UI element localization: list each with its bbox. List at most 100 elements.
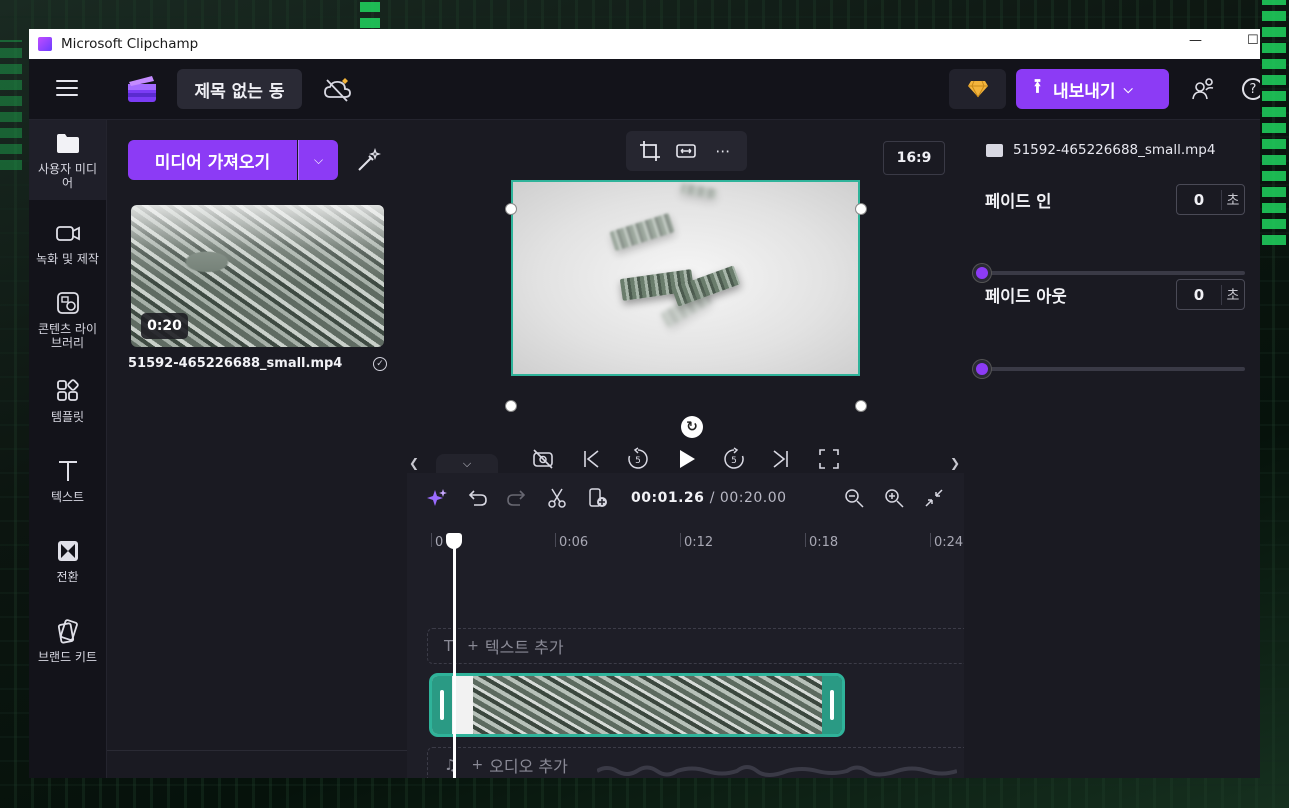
fade-in-slider-thumb[interactable] (973, 264, 991, 282)
diamond-icon (967, 80, 988, 98)
skip-to-start-icon[interactable] (579, 447, 603, 471)
nav-label: 콘텐츠 라이브러리 (37, 322, 97, 350)
clip-trim-handle-right[interactable] (822, 676, 842, 734)
nav-item-brand-kit[interactable]: 브랜드 키트 (29, 618, 106, 664)
nav-label: 브랜드 키트 (37, 650, 97, 664)
media-file-name: 51592-465226688_small.mp4 (128, 356, 343, 371)
duration-badge: 0:20 (141, 313, 188, 339)
redo-icon[interactable] (506, 487, 528, 509)
fade-out-slider-thumb[interactable] (973, 360, 991, 378)
help-icon[interactable]: ? (1242, 78, 1260, 100)
clip-trim-handle-left[interactable] (432, 676, 452, 734)
timeline-toggle[interactable]: ⌵ (436, 454, 498, 474)
undo-icon[interactable] (466, 487, 488, 509)
fit-icon[interactable] (675, 140, 697, 162)
more-options-icon[interactable]: ⋯ (712, 140, 734, 162)
magic-wand-icon[interactable] (355, 148, 381, 174)
nav-item-record-create[interactable]: 녹화 및 제작 (29, 220, 106, 266)
media-panel-footer (107, 750, 408, 778)
video-clip[interactable] (429, 673, 845, 737)
fade-in-value[interactable]: 0 (1177, 191, 1221, 209)
fade-out-label: 페이드 아웃 (985, 287, 1067, 306)
camera-off-icon[interactable] (531, 447, 555, 471)
folder-icon (56, 134, 79, 153)
time-ruler[interactable]: 0 0:06 0:12 0:18 0:24 (407, 525, 964, 555)
playhead-handle[interactable] (446, 533, 462, 549)
timeline: 00:01.26 / 00:20.00 0 0:06 0:12 0:18 0:2… (407, 473, 987, 778)
fade-in-slider[interactable] (973, 264, 1245, 282)
playhead[interactable] (453, 540, 456, 778)
import-options-dropdown[interactable]: ⌵ (298, 140, 338, 180)
timecode: 00:01.26 / 00:20.00 (631, 490, 787, 506)
fit-timeline-icon[interactable] (923, 487, 945, 509)
resize-handle-bottom-right[interactable] (855, 400, 867, 412)
nav-item-content-library[interactable]: 콘텐츠 라이브러리 (29, 290, 106, 350)
collapse-right-panel-icon[interactable]: ❯ (950, 456, 960, 470)
resize-handle-bottom-left[interactable] (505, 400, 517, 412)
nav-label: 템플릿 (50, 410, 85, 424)
project-title[interactable]: 제목 없는 동 (177, 69, 302, 109)
add-text-track[interactable]: T + 텍스트 추가 (427, 628, 987, 664)
selected-clip-name: 51592-465226688_small.mp4 (986, 142, 1215, 158)
scissors-icon[interactable] (546, 487, 568, 509)
fade-out-unit: 초 (1221, 284, 1244, 305)
rotate-icon[interactable]: ↻ (681, 416, 703, 438)
fade-in-input[interactable]: 0 초 (1176, 184, 1245, 215)
menu-icon[interactable] (56, 80, 78, 98)
nav-item-templates[interactable]: 템플릿 (29, 378, 106, 424)
fade-out-input[interactable]: 0 초 (1176, 279, 1245, 310)
chevron-down-icon: ⌵ (1123, 81, 1133, 96)
nav-label: 전환 (56, 570, 79, 584)
zoom-out-icon[interactable] (843, 487, 865, 509)
export-button[interactable]: ⭱ 내보내기 ⌵ (1016, 69, 1169, 109)
svg-text:5: 5 (731, 456, 737, 466)
fullscreen-icon[interactable] (817, 447, 841, 471)
play-icon[interactable] (674, 447, 698, 471)
share-people-icon[interactable] (1192, 77, 1216, 101)
minimize-button[interactable]: — (1189, 33, 1202, 48)
zoom-in-icon[interactable] (883, 487, 905, 509)
playback-controls: 5 5 (531, 445, 841, 473)
preview-area: ⋯ 16:9 ↻ 5 5 (407, 120, 964, 473)
forward-5-icon[interactable]: 5 (722, 447, 746, 471)
ruler-tick-label: 0:18 (809, 535, 839, 550)
library-icon (56, 292, 79, 314)
ruler-tick-label: 0:24 (934, 535, 964, 550)
skip-to-end-icon[interactable] (769, 447, 793, 471)
crop-icon[interactable] (639, 140, 661, 162)
ruler-tick-label: 0:12 (684, 535, 714, 550)
add-clip-icon[interactable] (587, 487, 609, 509)
clipchamp-logo (128, 76, 156, 102)
nav-item-my-media[interactable]: 사용자 미디어 (29, 120, 106, 200)
fade-out-slider[interactable] (973, 360, 1245, 378)
resize-handle-top-right[interactable] (855, 203, 867, 215)
ai-sparkle-icon[interactable] (426, 487, 448, 509)
video-preview-canvas[interactable] (511, 180, 860, 376)
nav-item-transitions[interactable]: 전환 (29, 538, 106, 584)
add-text-label: 텍스트 추가 (484, 638, 564, 657)
total-duration: / 00:20.00 (709, 490, 787, 506)
plus-icon: + (467, 638, 479, 654)
audio-waveform-placeholder (597, 765, 957, 777)
chevron-down-icon: ⌵ (313, 152, 324, 167)
maximize-button[interactable]: ☐ (1247, 33, 1259, 48)
ruler-tick-label: 0 (435, 535, 444, 550)
nav-item-text[interactable]: 텍스트 (29, 458, 106, 504)
fade-out-value[interactable]: 0 (1177, 286, 1221, 304)
resize-handle-top-left[interactable] (505, 203, 517, 215)
premium-button[interactable] (949, 69, 1006, 109)
rewind-5-icon[interactable]: 5 (626, 447, 650, 471)
cloud-sync-off-icon[interactable] (323, 77, 353, 103)
current-time: 00:01.26 (631, 490, 705, 506)
collapse-left-panel-icon[interactable]: ❮ (409, 456, 419, 470)
desktop-decoration (1262, 0, 1286, 245)
aspect-ratio-button[interactable]: 16:9 (883, 141, 945, 175)
import-media-button[interactable]: 미디어 가져오기 (128, 140, 297, 180)
video-camera-icon (55, 226, 80, 241)
video-frame-detail (609, 212, 675, 252)
ruler-tick-label: 0:06 (559, 535, 589, 550)
nav-label: 녹화 및 제작 (36, 252, 99, 266)
desktop-decoration (360, 0, 380, 28)
check-circle-icon: ✓ (373, 357, 387, 371)
media-panel: 미디어 가져오기 ⌵ 0:20 51592-465226688_small.mp… (106, 120, 408, 778)
